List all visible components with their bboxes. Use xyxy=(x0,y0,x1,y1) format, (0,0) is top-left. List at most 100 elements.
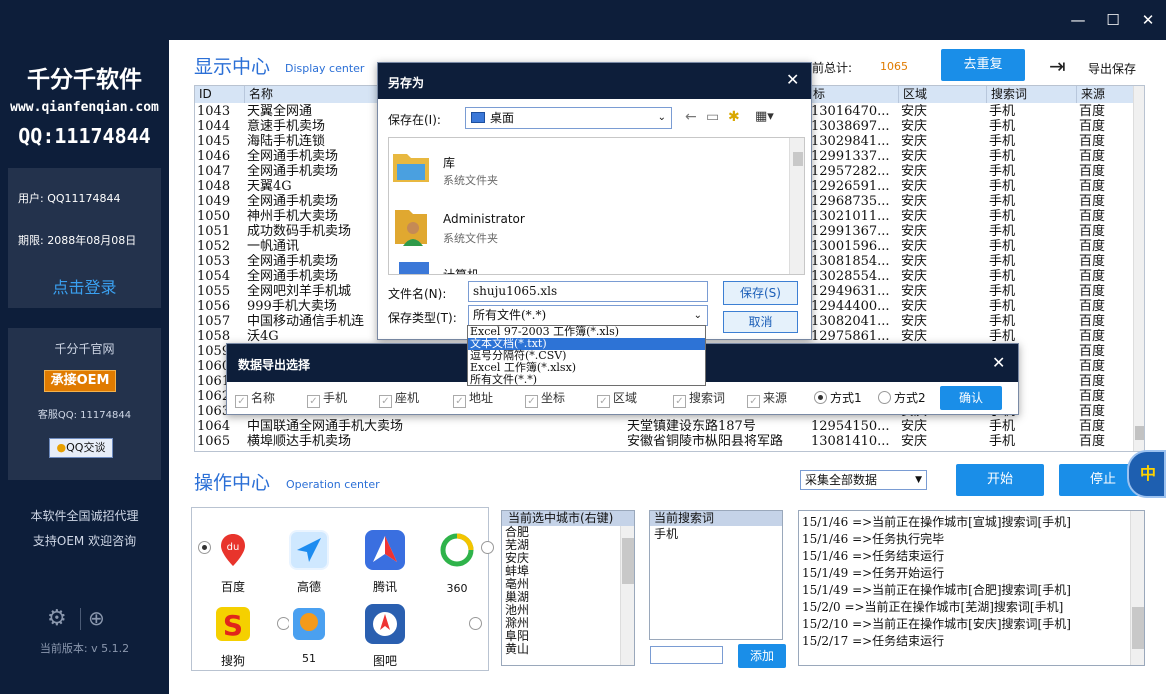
dedup-button[interactable]: 去重复 xyxy=(941,49,1025,81)
file-item-admin-name[interactable]: Administrator xyxy=(443,212,525,226)
baidu-map-icon[interactable]: du xyxy=(213,530,253,570)
export-field-option[interactable]: ✓ 地址 xyxy=(453,389,493,408)
log-box[interactable]: 15/1/46 =>当前正在操作城市[宣城]搜索词[手机] 15/1/46 =>任… xyxy=(798,510,1145,666)
col-source[interactable]: 来源 xyxy=(1077,86,1135,103)
save-in-select[interactable]: 桌面 ⌄ xyxy=(465,107,672,129)
col-keyword[interactable]: 搜索词 xyxy=(987,86,1077,103)
checkbox[interactable]: ✓ xyxy=(379,395,392,408)
cancel-button[interactable]: 取消 xyxy=(723,311,798,333)
minimize-icon[interactable]: — xyxy=(1066,8,1090,32)
file-list-scroll-thumb[interactable] xyxy=(793,152,803,166)
checkbox[interactable]: ✓ xyxy=(453,395,466,408)
globe-icon[interactable]: ⊕ xyxy=(88,606,105,630)
mapbar-icon[interactable] xyxy=(365,604,405,644)
collect-mode-value: 采集全部数据 xyxy=(805,473,878,487)
grid-scrollbar[interactable] xyxy=(1133,86,1144,451)
sogou-map-icon[interactable]: S xyxy=(213,604,253,644)
export-save-button[interactable]: 导出保存 xyxy=(1088,60,1136,77)
log-scroll-thumb[interactable] xyxy=(1132,607,1144,649)
col-id[interactable]: ID xyxy=(195,86,245,103)
export-field-option[interactable]: ✓ 手机 xyxy=(307,389,347,408)
confirm-button[interactable]: 确认 xyxy=(940,386,1002,410)
checkbox[interactable]: ✓ xyxy=(597,395,610,408)
export-field-option[interactable]: ✓ 来源 xyxy=(747,389,787,408)
cell-source: 百度 xyxy=(1079,164,1106,179)
cell-coord: 13021011... xyxy=(811,209,890,224)
grid-scroll-thumb[interactable] xyxy=(1135,426,1144,440)
close-icon[interactable]: ✕ xyxy=(786,70,799,89)
official-site-link[interactable]: 千分千官网 xyxy=(8,340,161,357)
city-item[interactable]: 黄山 xyxy=(505,643,634,656)
checkbox[interactable]: ✓ xyxy=(673,395,686,408)
cities-scroll-thumb[interactable] xyxy=(622,538,634,584)
filetype-option-all[interactable]: 所有文件(*.*) xyxy=(468,374,705,386)
back-icon[interactable]: ← xyxy=(685,109,697,125)
gear-icon[interactable]: ⚙ xyxy=(47,606,67,631)
cell-source: 百度 xyxy=(1079,329,1106,344)
keyword-input[interactable] xyxy=(650,646,723,664)
qq-chat-button[interactable]: ●QQ交谈 xyxy=(49,438,113,458)
new-folder-icon[interactable]: ✱ xyxy=(728,109,740,125)
tencent-map-icon[interactable] xyxy=(365,530,405,570)
file-item-library-name[interactable]: 库 xyxy=(443,154,455,171)
close-icon[interactable]: ✕ xyxy=(992,353,1005,372)
log-scrollbar[interactable] xyxy=(1130,511,1144,665)
maximize-icon[interactable]: ☐ xyxy=(1101,8,1125,32)
export-field-option[interactable]: ✓ 座机 xyxy=(379,389,419,408)
map-360-icon[interactable] xyxy=(437,530,477,570)
export-field-option[interactable]: ✓ 坐标 xyxy=(525,389,565,408)
file-list-scrollbar[interactable] xyxy=(789,138,804,274)
cell-area: 安庆 xyxy=(901,239,928,254)
cell-coord: 13028554... xyxy=(811,269,890,284)
table-row[interactable]: 1064 中国联通全网通手机大卖场 天堂镇建设东路187号 12954150... 安庆… xyxy=(195,419,1135,434)
radio-360[interactable] xyxy=(481,541,495,554)
app-label-baidu: 百度 xyxy=(220,580,245,594)
mode2-radio[interactable] xyxy=(878,391,891,404)
export-icon[interactable]: ⇥ xyxy=(1049,54,1075,78)
filename-label: 文件名(N): xyxy=(388,287,447,301)
file-list[interactable]: 库 系统文件夹 Administrator 系统文件夹 计算机 xyxy=(388,137,805,275)
cities-list[interactable]: 当前选中城市(右键) 合肥 芜湖 安庆 蚌埠 亳州 巢湖 池州 滁州 阜阳 黄山 xyxy=(501,510,635,666)
radio-mapbar[interactable] xyxy=(468,617,482,630)
mode1-option[interactable]: 方式1 xyxy=(814,389,862,406)
col-coord[interactable]: 标 xyxy=(809,86,899,103)
radio-baidu[interactable] xyxy=(198,541,211,554)
export-field-option[interactable]: ✓ 区域 xyxy=(597,389,637,408)
sidebar: 千分千软件 www.qianfenqian.com QQ:11174844 用户… xyxy=(0,0,169,694)
cell-coord: 12926591... xyxy=(811,179,890,194)
amap-icon[interactable] xyxy=(289,530,329,570)
filetype-dropdown[interactable]: Excel 97-2003 工作簿(*.xls) 文本文档(*.txt) 逗号分… xyxy=(467,325,706,386)
file-item-computer-name[interactable]: 计算机 xyxy=(443,266,479,274)
divider xyxy=(80,608,81,630)
login-link[interactable]: 点击登录 xyxy=(8,274,161,298)
cell-keyword: 手机 xyxy=(989,299,1016,314)
filename-input[interactable]: shuju1065.xls xyxy=(468,281,708,302)
export-field-option[interactable]: ✓ 名称 xyxy=(235,389,275,408)
cities-scrollbar[interactable] xyxy=(620,526,634,665)
filetype-select[interactable]: 所有文件(*.*) ⌄ xyxy=(468,305,708,326)
checkbox[interactable]: ✓ xyxy=(747,395,760,408)
up-folder-icon[interactable]: ▭ xyxy=(706,109,719,125)
cell-id: 1065 xyxy=(197,434,231,449)
col-area[interactable]: 区域 xyxy=(899,86,987,103)
oem-badge[interactable]: 承接OEM xyxy=(44,370,116,392)
cell-coord: 12957282... xyxy=(811,164,890,179)
map-51-icon[interactable] xyxy=(289,604,329,644)
ime-indicator[interactable]: 中 xyxy=(1127,450,1166,498)
table-row[interactable]: 1065 横埠顺达手机卖场 安徽省铜陵市枞阳县将军路 13081410... 安庆 手机 百… xyxy=(195,434,1135,449)
close-icon[interactable]: ✕ xyxy=(1136,8,1160,32)
save-button[interactable]: 保存(S) xyxy=(723,281,798,305)
cell-keyword: 手机 xyxy=(989,209,1016,224)
keyword-item[interactable]: 手机 xyxy=(650,526,782,542)
collect-mode-select[interactable]: 采集全部数据 ▼ xyxy=(800,470,927,490)
view-menu-icon[interactable]: ▦▾ xyxy=(755,109,774,124)
checkbox[interactable]: ✓ xyxy=(235,395,248,408)
mode2-option[interactable]: 方式2 xyxy=(878,389,926,406)
start-button[interactable]: 开始 xyxy=(956,464,1044,496)
mode1-radio[interactable] xyxy=(814,391,827,404)
checkbox[interactable]: ✓ xyxy=(525,395,538,408)
checkbox[interactable]: ✓ xyxy=(307,395,320,408)
keywords-list[interactable]: 当前搜索词 手机 xyxy=(649,510,783,640)
export-field-option[interactable]: ✓ 搜索词 xyxy=(673,389,725,408)
add-keyword-button[interactable]: 添加 xyxy=(738,644,786,668)
